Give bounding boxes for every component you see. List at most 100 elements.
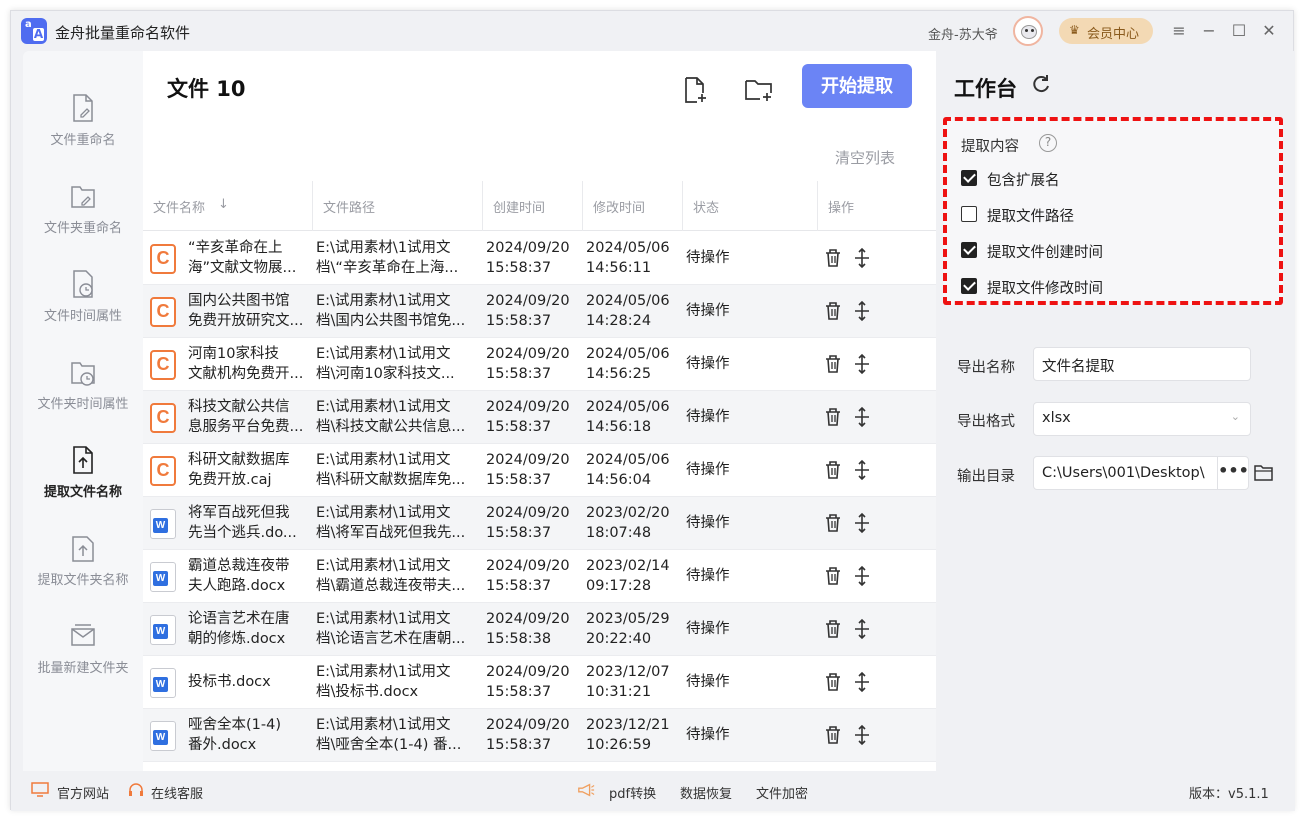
trash-icon[interactable] [824, 672, 842, 692]
sort-down-icon[interactable]: ↓ [218, 197, 229, 212]
modified-date: 2023/12/21 [586, 717, 670, 733]
file-path-cell: E:\试用素材\1试用文 档\国内公共图书馆免... [316, 291, 474, 331]
workbench-panel: 工作台 提取内容 ? 包含扩展名 提取文件路径 提取文件创建时间 提取文件修改时… [936, 51, 1295, 771]
file-name-line: 霸道总裁连夜带 [188, 558, 290, 574]
drag-move-icon[interactable] [853, 406, 871, 428]
sidebar-item-label: 文件重命名 [50, 133, 116, 148]
trash-icon[interactable] [824, 460, 842, 480]
file-path-line: 档\论语言艺术在唐朝... [316, 631, 466, 647]
online-service-link[interactable]: 在线客服 [151, 783, 203, 802]
add-folder-icon[interactable] [744, 75, 774, 105]
modified-clock: 09:17:28 [586, 578, 652, 594]
vip-center-button[interactable]: ♛ 会员中心 [1059, 18, 1153, 44]
table-row[interactable]: C “辛亥革命在上 海”文献文物展... E:\试用素材\1试用文 档\“辛亥革命在上海… [143, 232, 936, 285]
drag-move-icon[interactable] [853, 353, 871, 375]
drag-move-icon[interactable] [853, 565, 871, 587]
sidebar-item-folder-rename[interactable]: 文件夹重命名 [23, 181, 143, 261]
maximize-icon[interactable]: ☐ [1227, 19, 1251, 43]
drag-move-icon[interactable] [853, 671, 871, 693]
caj-file-icon: C [150, 350, 176, 380]
checkbox[interactable] [961, 206, 977, 222]
table-row[interactable]: C 科技文献公共信 息服务平台免费... E:\试用素材\1试用文 档\科技文献公共信息… [143, 391, 936, 444]
trash-icon[interactable] [824, 619, 842, 639]
official-website-link[interactable]: 官方网站 [57, 783, 109, 802]
drag-move-icon[interactable] [853, 459, 871, 481]
word-file-icon: W [150, 562, 176, 592]
user-name[interactable]: 金舟-苏大爷 [928, 24, 998, 43]
avatar[interactable] [1013, 16, 1043, 46]
open-folder-icon[interactable] [1254, 464, 1274, 481]
col-file-name[interactable]: 文件名称 [153, 197, 205, 216]
table-row[interactable]: C 河南10家科技 文献机构免费开... E:\试用素材\1试用文 档\河南10家科技文… [143, 338, 936, 391]
clear-list-button[interactable]: 清空列表 [835, 147, 895, 168]
modified-clock: 14:28:24 [586, 313, 652, 329]
close-icon[interactable]: ✕ [1257, 19, 1281, 43]
trash-icon[interactable] [824, 301, 842, 321]
data-recovery-link[interactable]: 数据恢复 [680, 783, 732, 802]
file-path-line: E:\试用素材\1试用文 [316, 611, 451, 627]
checkbox[interactable] [961, 170, 977, 186]
sidebar-item-label: 文件夹时间属性 [37, 397, 129, 412]
col-status: 状态 [693, 201, 720, 216]
file-name-line: 先当个逃兵.do... [188, 525, 297, 541]
sidebar-item-file-rename[interactable]: 文件重命名 [23, 93, 143, 173]
created-clock: 15:58:37 [486, 260, 552, 276]
status-cell: 待操作 [686, 515, 730, 531]
browse-more-button[interactable]: ••• [1217, 457, 1249, 489]
refresh-icon[interactable] [1030, 73, 1052, 95]
file-encrypt-link[interactable]: 文件加密 [756, 783, 808, 802]
drag-move-icon[interactable] [853, 724, 871, 746]
drag-move-icon[interactable] [853, 247, 871, 269]
table-row[interactable]: W 将军百战死但我 先当个逃兵.do... E:\试用素材\1试用文 档\将军百战死但我… [143, 497, 936, 550]
col-file-path: 文件路径 [323, 201, 376, 216]
trash-icon[interactable] [824, 407, 842, 427]
file-edit-icon [73, 94, 93, 122]
drag-move-icon[interactable] [853, 300, 871, 322]
trash-icon[interactable] [824, 248, 842, 268]
table-row[interactable]: C 科研文献数据库 免费开放.caj E:\试用素材\1试用文 档\科研文献数据库免..… [143, 444, 936, 497]
table-row[interactable]: W 投标书.docx E:\试用素材\1试用文 档\投标书.docx 2024/09/2… [143, 656, 936, 709]
menu-icon[interactable]: ≡ [1167, 19, 1191, 43]
checkbox[interactable] [961, 242, 977, 258]
file-path-cell: E:\试用素材\1试用文 档\论语言艺术在唐朝... [316, 609, 474, 649]
created-date: 2024/09/20 [486, 346, 570, 362]
file-path-line: 档\哑舍全本(1-4) 番... [316, 737, 462, 753]
table-header: 文件名称 ↓ 文件路径 创建时间 修改时间 状态 操作 [143, 181, 936, 231]
pdf-convert-link[interactable]: pdf转换 [609, 783, 656, 802]
col-actions: 操作 [828, 201, 855, 216]
drag-move-icon[interactable] [853, 512, 871, 534]
trash-icon[interactable] [824, 354, 842, 374]
table-row[interactable]: W 论语言艺术在唐 朝的修炼.docx E:\试用素材\1试用文 档\论语言艺术在唐朝.… [143, 603, 936, 656]
table-row[interactable]: W 哑舍全本(1-4) 番外.docx E:\试用素材\1试用文 档\哑舍全本(1-4)… [143, 709, 936, 762]
file-name-line: “辛亥革命在上 [188, 240, 283, 256]
table-row[interactable]: C 国内公共图书馆 免费开放研究文... E:\试用素材\1试用文 档\国内公共图书馆免… [143, 285, 936, 338]
sidebar-item-extract-folder-name[interactable]: 提取文件夹名称 [23, 533, 143, 613]
file-name-cell: 将军百战死但我 先当个逃兵.do... [188, 503, 310, 543]
export-format-select[interactable]: xlsx ⌄ [1033, 402, 1251, 436]
add-file-icon[interactable] [680, 75, 710, 105]
file-path-line: 档\科技文献公共信息... [316, 419, 466, 435]
drag-move-icon[interactable] [853, 618, 871, 640]
output-dir-input[interactable]: C:\Users\001\Desktop\ ••• [1033, 456, 1249, 490]
sidebar-item-folder-time[interactable]: 文件夹时间属性 [23, 357, 143, 437]
minimize-icon[interactable]: − [1197, 19, 1221, 43]
created-clock: 15:58:37 [486, 313, 552, 329]
trash-icon[interactable] [824, 513, 842, 533]
sidebar-item-batch-new-folder[interactable]: 批量新建文件夹 [23, 621, 143, 701]
export-name-input[interactable]: 文件名提取 [1033, 347, 1251, 381]
table-row[interactable]: W 霸道总裁连夜带 夫人跑路.docx E:\试用素材\1试用文 档\霸道总裁连夜带夫.… [143, 550, 936, 603]
folder-upload-icon [72, 536, 94, 562]
start-extract-button[interactable]: 开始提取 [802, 64, 912, 108]
status-cell: 待操作 [686, 462, 730, 478]
help-icon[interactable]: ? [1039, 134, 1057, 152]
file-name-line: 免费开放研究文... [188, 313, 304, 329]
trash-icon[interactable] [824, 725, 842, 745]
file-path-line: E:\试用素材\1试用文 [316, 452, 451, 468]
trash-icon[interactable] [824, 566, 842, 586]
sidebar-item-file-time[interactable]: 文件时间属性 [23, 269, 143, 349]
file-name-cell: 国内公共图书馆 免费开放研究文... [188, 291, 310, 331]
file-name-line: 海”文献文物展... [188, 260, 297, 276]
checkbox[interactable] [961, 278, 977, 294]
sidebar-item-extract-file-name[interactable]: 提取文件名称 [23, 445, 143, 525]
created-time-cell: 2024/09/20 15:58:37 [486, 450, 578, 490]
